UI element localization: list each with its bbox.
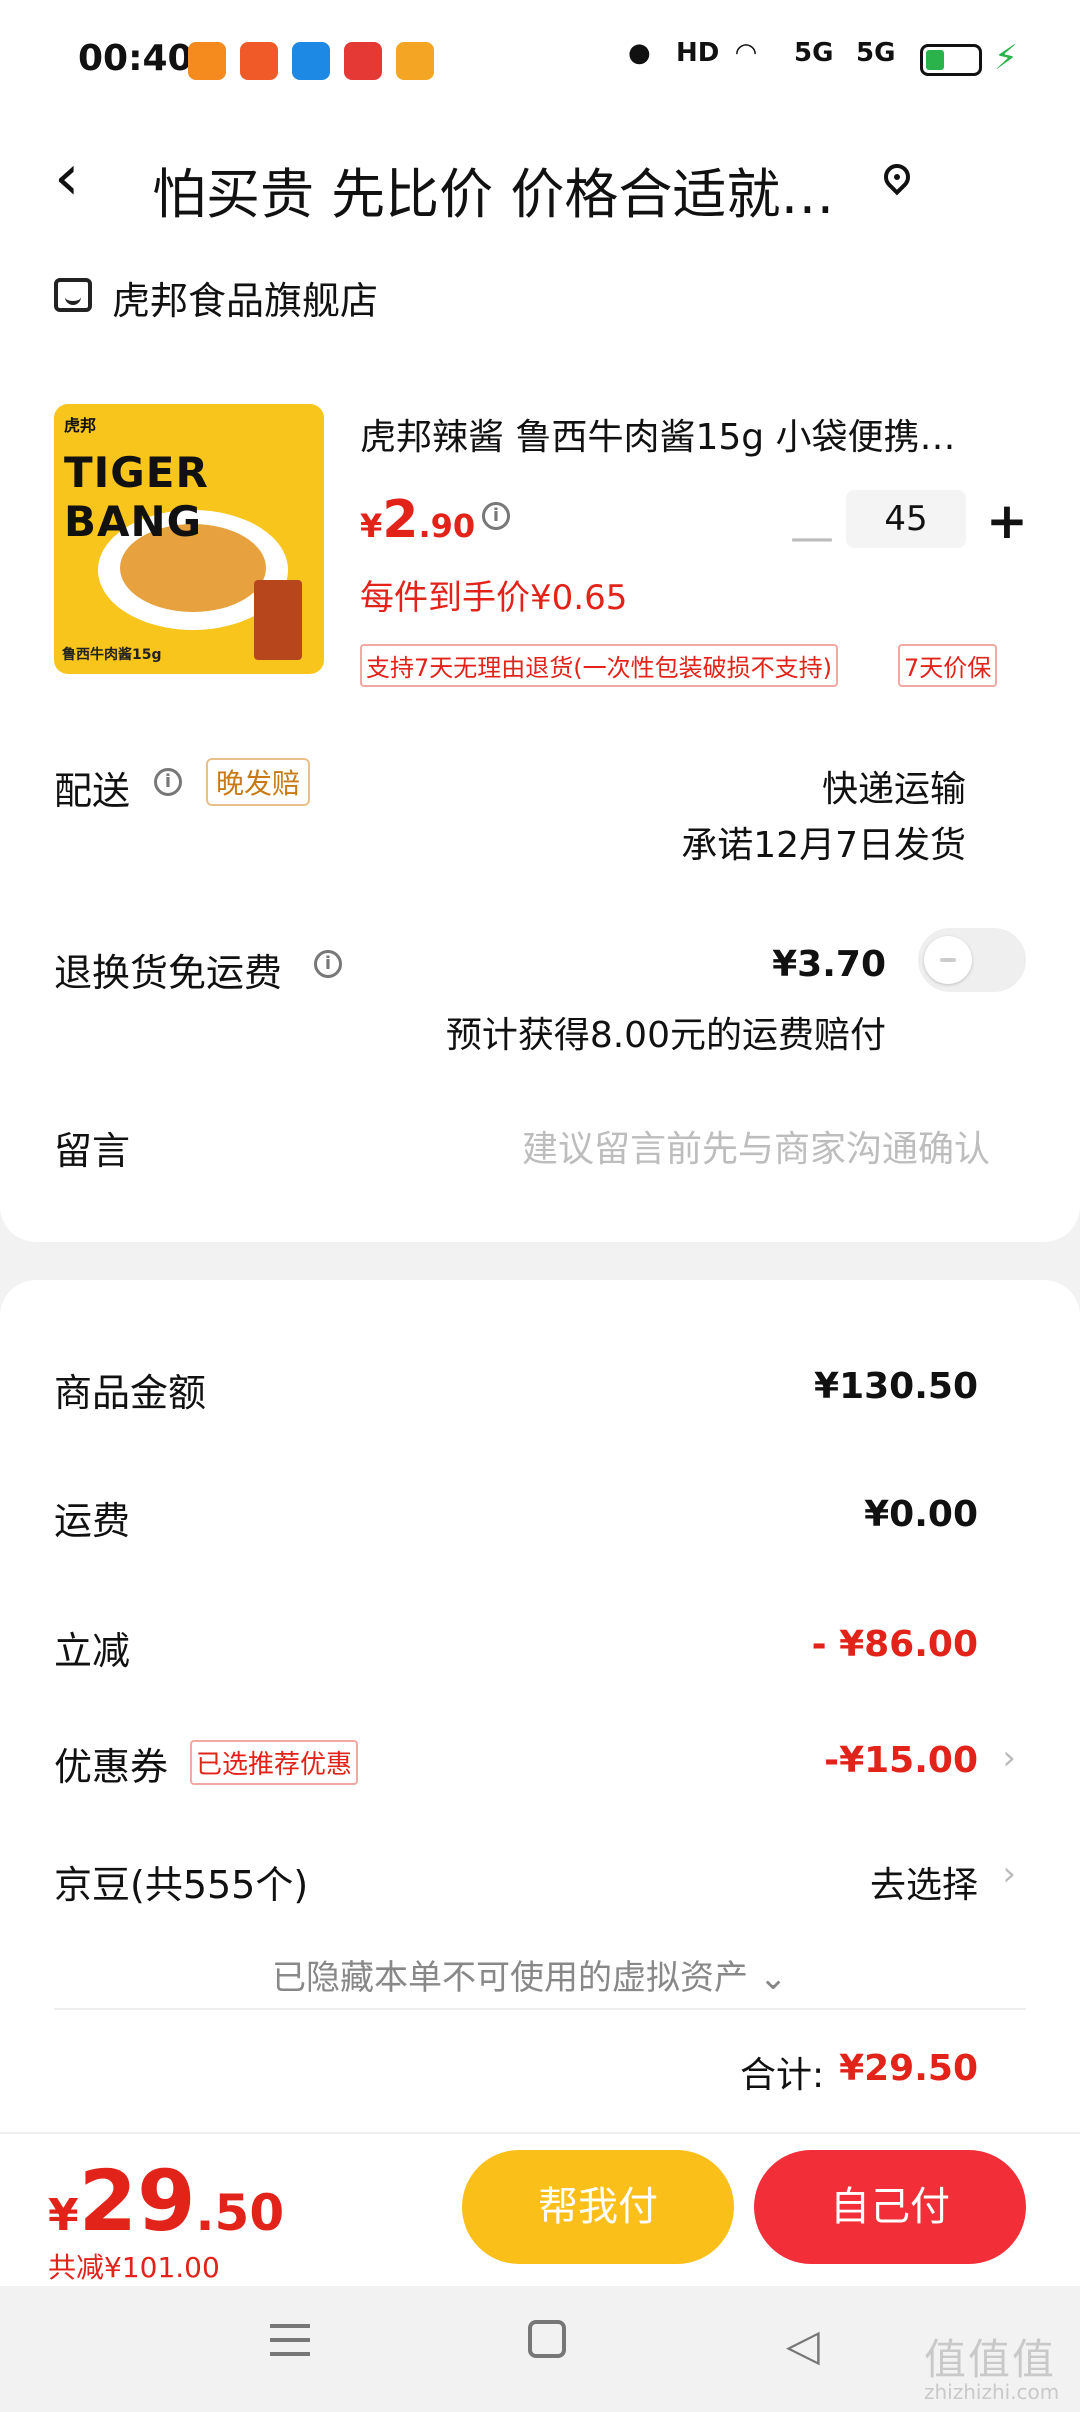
app-notification-icon — [188, 42, 226, 80]
discount-label: 立减 — [54, 1629, 131, 1673]
unit-price: 每件到手价¥0.65 — [360, 578, 628, 618]
product-image-caption: 鲁西牛肉酱15g — [62, 647, 162, 663]
discount-value: - ¥86.00 — [811, 1624, 978, 1665]
status-time: 00:40 — [78, 38, 193, 79]
price-info-icon[interactable]: i — [482, 502, 510, 530]
status-bar: 00:40 ● HD ◠ 5G 5G ⚡ — [0, 0, 1080, 120]
coupon-label: 优惠券 — [54, 1745, 169, 1789]
location-icon: ● — [628, 38, 651, 68]
product-image-logo: 虎邦 — [64, 416, 97, 435]
watermark-url: zhizhizhi.com — [924, 2380, 1060, 2404]
return-shipping-price: ¥3.70 — [772, 944, 886, 985]
chevron-down-icon: ⌄ — [758, 1958, 788, 1998]
delivery-promise: 承诺12月7日发货 — [681, 825, 966, 866]
goods-amount-value: ¥130.50 — [814, 1366, 978, 1407]
checkout-bar: ¥29.50 共减¥101.00 帮我付 自己付 — [0, 2132, 1080, 2288]
coupon-value[interactable]: -¥15.00 — [824, 1740, 978, 1781]
header: ‹ 怕买贵 先比价 价格合适就… — [0, 120, 1080, 240]
checkout-total: ¥29.50 — [48, 2152, 285, 2250]
app-notification-icon — [292, 42, 330, 80]
return-policy-tag: 支持7天无理由退货(一次性包装破损不支持) — [360, 644, 838, 687]
battery-icon — [920, 44, 982, 76]
coupon-recommend-tag: 已选推荐优惠 — [190, 1740, 359, 1785]
delivery-method[interactable]: 快递运输 — [822, 760, 966, 812]
back-triangle-icon[interactable]: ◁ — [786, 2320, 820, 2371]
message-input[interactable]: 建议留言前先与商家沟通确认 — [522, 1120, 990, 1172]
return-shipping-toggle[interactable] — [918, 928, 1026, 992]
quantity-increase-button[interactable]: + — [986, 492, 1028, 550]
chevron-right-icon[interactable]: › — [1002, 1854, 1016, 1894]
return-shipping-info-icon[interactable]: i — [314, 950, 342, 978]
help-pay-button[interactable]: 帮我付 — [462, 2150, 734, 2264]
signal-5g-icon: 5G — [856, 38, 896, 68]
app-notification-icon — [344, 42, 382, 80]
quantity-decrease-button[interactable]: — — [790, 512, 834, 563]
order-card: 虎邦食品旗舰店 虎邦 TIGER BANG 鲁西牛肉酱15g 虎邦辣酱 鲁西牛肉… — [0, 240, 1080, 1242]
return-shipping-note: 预计获得8.00元的运费赔付 — [445, 1015, 886, 1056]
message-label: 留言 — [54, 1129, 131, 1173]
price-protect-tag: 7天价保 — [898, 644, 998, 687]
shipping-fee-label: 运费 — [54, 1499, 131, 1543]
goods-amount-label: 商品金额 — [54, 1371, 207, 1415]
store-icon — [54, 278, 92, 312]
quantity-input[interactable]: 45 — [846, 490, 966, 548]
hd-icon: HD — [676, 38, 720, 68]
divider — [54, 2008, 1026, 2010]
product-image-brand: TIGER BANG — [64, 448, 209, 546]
watermark: 值值值 — [924, 2335, 1057, 2384]
shipping-fee-value: ¥0.00 — [864, 1494, 978, 1535]
page-title: 怕买贵 先比价 价格合适就… — [152, 163, 835, 226]
late-compensation-tag: 晚发赔 — [206, 758, 311, 806]
charging-icon: ⚡ — [994, 38, 1018, 78]
menu-icon[interactable] — [270, 2324, 310, 2356]
total-value: ¥29.50 — [839, 2048, 978, 2089]
jd-beans-select[interactable]: 去选择 — [870, 1856, 978, 1908]
total-label: 合计: — [740, 2055, 825, 2096]
product-image[interactable]: 虎邦 TIGER BANG 鲁西牛肉酱15g — [54, 404, 324, 674]
delivery-info-icon[interactable]: i — [154, 768, 182, 796]
back-icon[interactable]: ‹ — [54, 146, 80, 210]
system-navigation-bar: ◁ — [0, 2286, 1080, 2412]
signal-5g-icon: 5G — [794, 38, 834, 68]
self-pay-button[interactable]: 自己付 — [754, 2150, 1026, 2264]
home-icon[interactable] — [528, 2320, 566, 2358]
store-name[interactable]: 虎邦食品旗舰店 — [112, 270, 378, 325]
location-pin-icon[interactable] — [878, 158, 916, 196]
total-saved: 共减¥101.00 — [48, 2251, 220, 2284]
chevron-right-icon[interactable]: › — [1002, 1738, 1016, 1778]
hidden-assets-toggle[interactable]: 已隐藏本单不可使用的虚拟资产 ⌄ — [272, 1950, 787, 1999]
app-notification-icon — [240, 42, 278, 80]
return-shipping-label: 退换货免运费 — [54, 951, 283, 995]
price-summary-card: 商品金额 ¥130.50 运费 ¥0.00 立减 - ¥86.00 优惠券 已选… — [0, 1280, 1080, 2142]
jd-beans-label: 京豆(共555个) — [54, 1863, 309, 1907]
product-price: ¥2.90 — [360, 490, 476, 550]
wifi-icon: ◠ — [736, 38, 756, 68]
product-name[interactable]: 虎邦辣酱 鲁西牛肉酱15g 小袋便携… — [360, 408, 1010, 460]
delivery-label: 配送 — [54, 769, 131, 813]
app-notification-icon — [396, 42, 434, 80]
